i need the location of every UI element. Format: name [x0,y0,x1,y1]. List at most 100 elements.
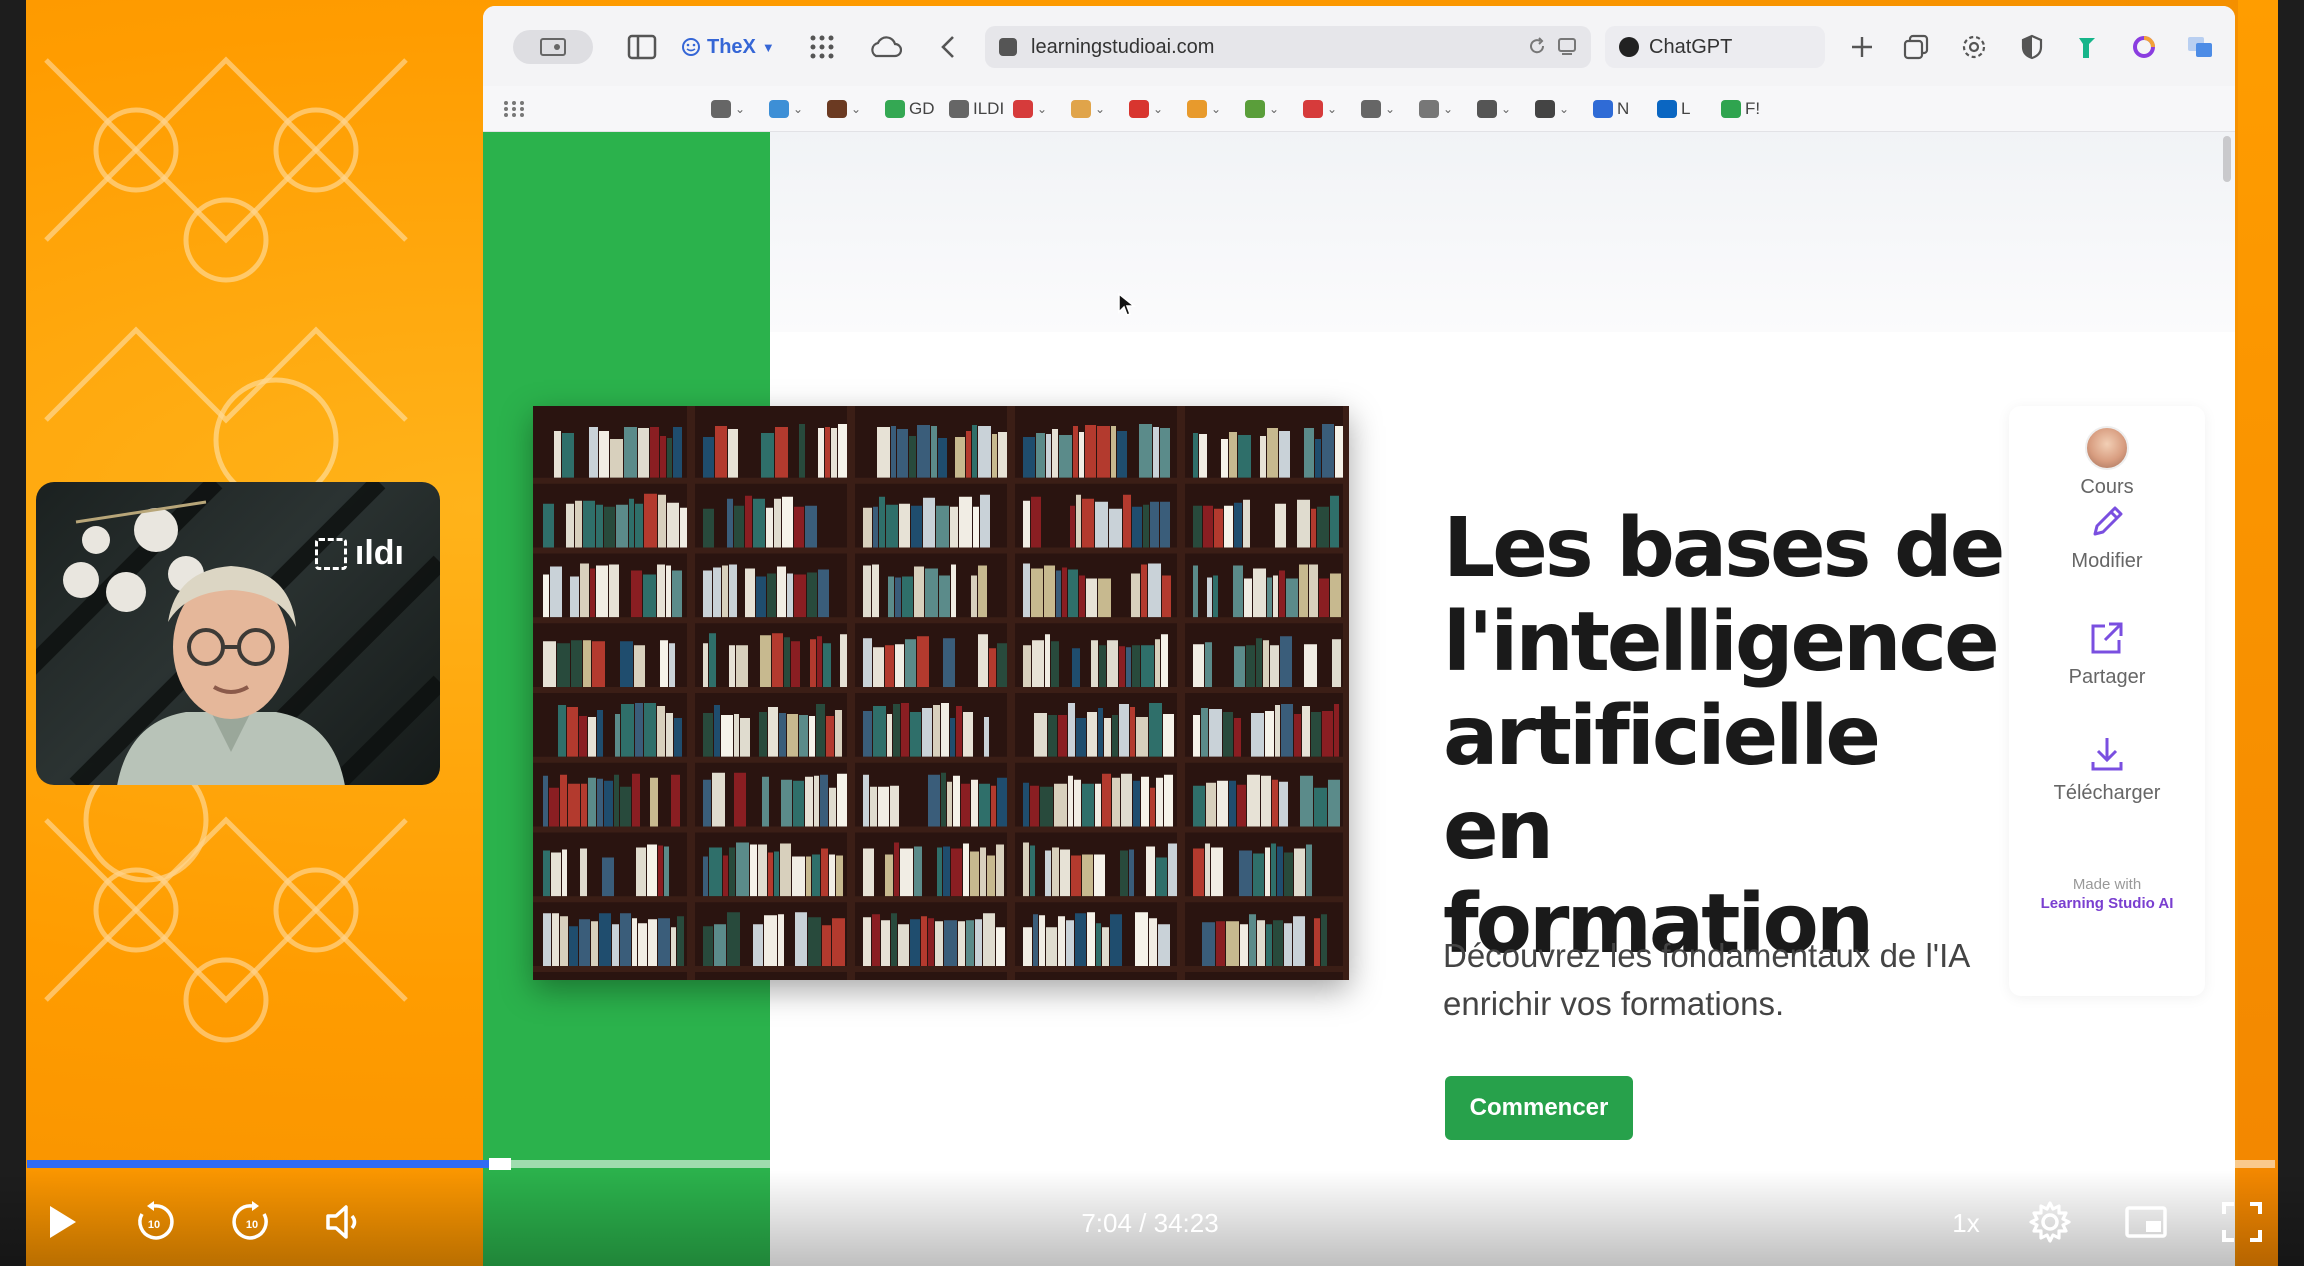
address-bar[interactable]: learningstudioai.com [985,26,1591,68]
learning-studio-logo: Learning Studio AI [2040,895,2174,912]
monitor-icon [1535,100,1555,118]
bookmarks-grid-icon[interactable] [503,100,525,118]
bookmark-diamond[interactable]: F! [1721,96,1760,122]
bookmark-cart[interactable]: ⌄ [769,96,803,122]
volume-button[interactable] [320,1198,368,1246]
forward-10-button[interactable]: 10 [228,1198,276,1246]
smiley-icon [682,38,700,56]
bookmark-label: F! [1745,99,1761,118]
gift-icon [1129,100,1149,118]
bookmark-taco[interactable]: ⌄ [1187,96,1221,122]
tab-label: ChatGPT [1649,35,1733,58]
chevron-down-icon: ⌄ [1385,102,1396,116]
background-strip [2238,0,2278,1266]
back-button[interactable] [933,30,963,64]
gb-flag-icon [1593,100,1613,118]
bookmark-label: N [1617,99,1630,118]
bookmark-google-drive[interactable]: GD [885,96,935,122]
bookmark-gb-flag[interactable]: N [1593,96,1629,122]
time-display: 7:04 / 34:23 [1081,1208,1219,1238]
svg-text:10: 10 [148,1219,160,1231]
google-drive-icon [885,100,905,118]
plant-icon [1245,100,1265,118]
share-action[interactable]: Partager [2009,616,2205,689]
bookmark-tools[interactable]: ⌄ [1477,96,1511,122]
download-icon [2091,738,2123,771]
chevron-down-icon: ⌄ [1037,102,1048,116]
cart-icon [1419,100,1439,118]
play-button[interactable] [38,1198,86,1246]
bookmark-briefcase[interactable]: ⌄ [827,96,861,122]
profile-icon [540,38,566,56]
reload-icon[interactable] [1527,36,1547,56]
bookmark-monitor[interactable]: ⌄ [1535,96,1569,122]
settings-button[interactable] [1957,30,1991,64]
tiger-icon [1071,100,1091,118]
presenter-webcam: ıldı [36,482,440,785]
music-folder-icon [1361,100,1381,118]
translate-button[interactable] [2183,30,2217,64]
edit-action[interactable]: Modifier [2009,500,2205,573]
courses-action[interactable]: Cours [2009,426,2205,499]
seek-bar[interactable] [27,1158,2275,1170]
download-action[interactable]: Télécharger [2009,732,2205,805]
apps-grid-button[interactable] [805,30,839,64]
briefcase-icon [827,100,847,118]
bookmark-folder[interactable]: ILDI [949,96,1004,122]
extension-ring-button[interactable] [2127,30,2161,64]
sidebar-toggle-button[interactable] [625,30,659,64]
bookmark-plant[interactable]: ⌄ [1245,96,1279,122]
bookmark-search[interactable]: ⌄ [711,96,745,122]
ildi-logo-text: ıldı [354,534,404,572]
bookmark-label: L [1681,99,1691,118]
grid-icon [810,35,834,59]
bookmark-label: ILDI [973,99,1005,118]
page-header-area [770,132,2235,332]
picture-in-picture-button[interactable] [2122,1198,2170,1246]
icloud-tabs-button[interactable] [865,30,905,64]
bookmark-linkedin[interactable]: L [1657,96,1690,122]
seek-bar-played [27,1160,490,1168]
reader-icon[interactable] [1557,36,1577,56]
bookmark-toolbox[interactable]: ⌄ [1013,96,1047,122]
cloud-icon [871,36,902,58]
tab-group-label: TheX [707,35,756,58]
extension-button[interactable] [2071,30,2105,64]
tools-icon [1477,100,1497,118]
bookshelf-illustration [533,406,1351,980]
page-title: Les bases de l'intelligence artificielle… [1443,501,2005,972]
courses-label: Cours [2080,476,2134,498]
linkedin-icon [1657,100,1677,118]
rewind-10-button[interactable]: 10 [130,1198,178,1246]
chevron-down-icon: ⌄ [1269,102,1280,116]
seek-handle[interactable] [489,1158,512,1170]
fullscreen-button[interactable] [2218,1198,2266,1246]
tab-overview-grid-button[interactable] [1899,30,1933,64]
share-icon [2091,622,2123,654]
tabs-icon [1903,34,1929,60]
subtitle-line-2: enrichir vos formations. [1443,985,1785,1022]
tab-group-thex[interactable]: TheX ▼ [681,30,775,64]
playback-speed-button[interactable]: 1x [1936,1208,1996,1239]
fullscreen-icon [2222,1202,2262,1242]
avatar [2085,426,2129,470]
page-scrollbar[interactable] [2223,136,2231,182]
start-button[interactable]: Commencer [1445,1076,1633,1140]
svg-text:10: 10 [246,1219,258,1231]
extension-icon [2079,38,2095,58]
course-actions-panel: Cours Modifier Partager Télécharger Made… [2009,406,2205,996]
bookmark-cart[interactable]: ⌄ [1419,96,1453,122]
made-with-badge[interactable]: Made with Learning Studio AI [2009,876,2205,912]
tab-chatgpt[interactable]: ChatGPT [1605,26,1825,68]
new-tab-button[interactable] [1845,30,1879,64]
settings-button[interactable] [2026,1198,2074,1246]
bookmark-car[interactable]: ⌄ [1303,96,1337,122]
tab-overview-button[interactable] [513,30,593,64]
privacy-shield-button[interactable] [2015,30,2049,64]
rewind-10-icon: 10 [138,1201,174,1240]
web-page: Les bases de l'intelligence artificielle… [483,132,2235,1266]
plus-icon [1852,37,1872,57]
bookmark-music-folder[interactable]: ⌄ [1361,96,1395,122]
bookmark-tiger[interactable]: ⌄ [1071,96,1105,122]
bookmark-gift[interactable]: ⌄ [1129,96,1163,122]
